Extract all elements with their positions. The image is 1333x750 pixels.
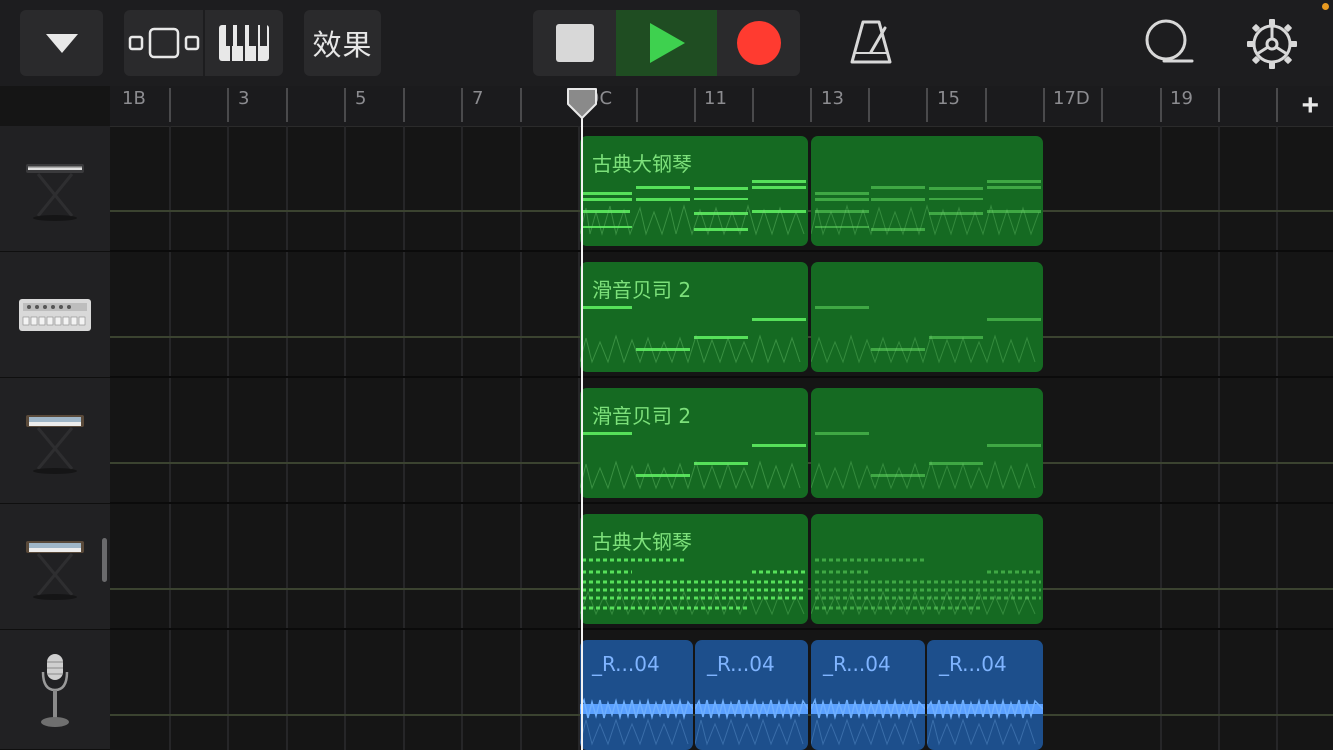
midi-region[interactable] xyxy=(811,262,1043,372)
midi-region[interactable] xyxy=(811,514,1043,624)
audio-region[interactable]: _R...04 xyxy=(927,640,1043,750)
audio-region[interactable]: _R...04 xyxy=(580,640,693,750)
midi-notes xyxy=(811,432,1041,490)
loop-icon xyxy=(1145,19,1194,63)
audio-region[interactable]: _R...04 xyxy=(695,640,808,750)
midi-notes xyxy=(811,558,1041,616)
audio-region[interactable]: _R...04 xyxy=(811,640,925,750)
ruler-label: 1B xyxy=(122,88,146,109)
ruler-label: 19 xyxy=(1170,88,1193,109)
metronome-icon xyxy=(850,20,892,64)
midi-region[interactable]: 滑音贝司 2 xyxy=(580,262,808,372)
track-header[interactable] xyxy=(0,126,110,252)
triangle-down-icon xyxy=(45,34,78,53)
synth-stand-icon xyxy=(26,414,84,474)
midi-notes xyxy=(580,558,806,616)
audio-waveform xyxy=(580,697,693,746)
tracks-view-icon xyxy=(128,27,199,59)
keyboard-stand-icon xyxy=(26,163,84,221)
stop-icon xyxy=(555,24,594,62)
microphone-icon xyxy=(41,653,69,727)
midi-region[interactable] xyxy=(811,388,1043,498)
midi-notes xyxy=(811,180,1041,236)
fx-button[interactable]: 效果 xyxy=(304,10,381,76)
keyboard-button[interactable] xyxy=(205,10,283,76)
playhead-handle[interactable] xyxy=(566,88,598,120)
view-toggle-group xyxy=(124,10,283,76)
stop-button[interactable] xyxy=(533,10,616,76)
loop-button[interactable] xyxy=(1140,18,1194,68)
midi-notes xyxy=(580,432,806,490)
ruler-label: 5 xyxy=(355,88,367,109)
settings-button[interactable] xyxy=(1245,17,1299,71)
midi-region[interactable]: 滑音贝司 2 xyxy=(580,388,808,498)
play-icon xyxy=(649,23,685,63)
synth-stand-icon xyxy=(26,540,84,600)
audio-waveform xyxy=(811,697,925,746)
play-button[interactable] xyxy=(616,10,717,76)
ruler-label: 13 xyxy=(821,88,844,109)
midi-notes xyxy=(580,306,806,364)
audio-waveform xyxy=(927,698,1043,746)
midi-notes xyxy=(580,180,806,236)
metronome-button[interactable] xyxy=(845,18,897,68)
ruler-label: 3 xyxy=(238,88,250,109)
transport-group xyxy=(533,10,800,76)
add-section-button[interactable]: + xyxy=(1301,91,1319,121)
record-icon xyxy=(736,21,781,65)
drum-machine-icon xyxy=(19,298,91,331)
tracks-view-button[interactable] xyxy=(124,10,203,76)
view-menu-button[interactable] xyxy=(20,10,103,76)
status-dot xyxy=(1322,3,1329,10)
piano-keyboard-icon xyxy=(219,25,269,61)
playhead-line[interactable] xyxy=(581,88,583,750)
track-header[interactable] xyxy=(0,252,110,378)
tracks-area[interactable]: 古典大钢琴 滑音贝司 2 滑音贝司 2 古典大钢琴 _R...04 _R...0… xyxy=(110,126,1333,750)
fx-label: 效果 xyxy=(312,28,373,62)
ruler-label: 15 xyxy=(937,88,960,109)
midi-region[interactable]: 古典大钢琴 xyxy=(580,514,808,624)
ruler-label: 7 xyxy=(472,88,484,109)
track-header[interactable] xyxy=(0,630,110,750)
ruler-label: 17D xyxy=(1053,88,1090,109)
midi-region[interactable] xyxy=(811,136,1043,246)
track-header[interactable] xyxy=(0,378,110,504)
gear-icon xyxy=(1247,19,1297,69)
audio-waveform xyxy=(695,698,808,746)
track-scroll-handle[interactable] xyxy=(102,538,107,582)
ruler-label: 11 xyxy=(704,88,727,109)
midi-notes xyxy=(811,306,1041,364)
timeline-ruler[interactable]: 1B 3 5 7 9C 11 13 15 17D 19 + xyxy=(110,86,1333,127)
midi-region[interactable]: 古典大钢琴 xyxy=(580,136,808,246)
track-header[interactable] xyxy=(0,504,110,630)
track-headers xyxy=(0,126,110,750)
toolbar: 效果 xyxy=(0,0,1333,86)
record-button[interactable] xyxy=(717,10,800,76)
